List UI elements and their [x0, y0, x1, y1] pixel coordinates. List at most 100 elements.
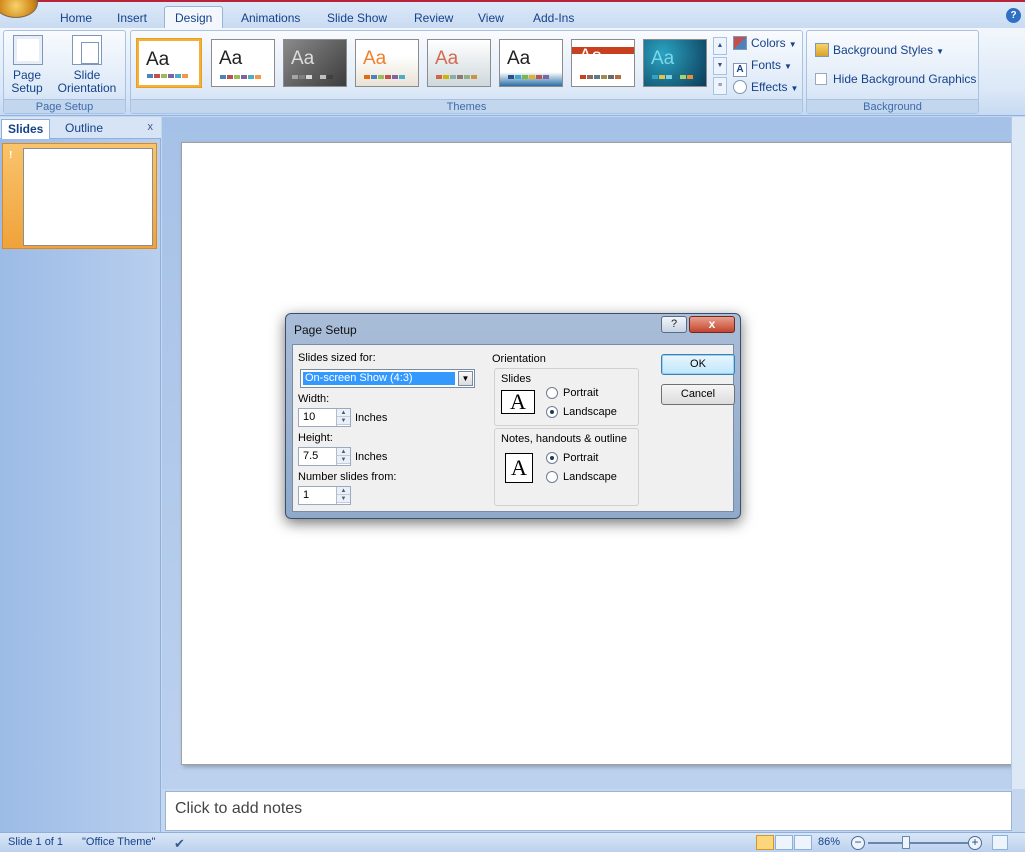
slides-pane: Slides Outline x !: [0, 117, 161, 832]
checkbox-icon[interactable]: [815, 73, 827, 85]
zoom-in-icon[interactable]: +: [968, 836, 982, 850]
colors-icon: [733, 36, 747, 50]
gallery-more-icon[interactable]: ≡: [713, 77, 727, 95]
notes-portrait-radio[interactable]: [546, 452, 558, 464]
tab-add-ins[interactable]: Add-Ins: [523, 8, 584, 30]
theme-office[interactable]: Aa: [137, 39, 201, 87]
notes-placeholder: Click to add notes: [175, 800, 303, 817]
notes-pane[interactable]: Click to add notes: [165, 791, 1012, 831]
effects-dropdown[interactable]: Effects ▼: [733, 78, 798, 96]
theme-swatches: [147, 74, 188, 78]
tab-view[interactable]: View: [468, 8, 514, 30]
slide-number-marker: !: [9, 150, 13, 161]
office-button[interactable]: [0, 0, 38, 18]
normal-view-icon[interactable]: [756, 835, 774, 850]
tab-slide-show[interactable]: Slide Show: [317, 8, 397, 30]
colors-dropdown[interactable]: Colors ▼: [733, 34, 797, 52]
tab-outline[interactable]: Outline: [59, 119, 109, 139]
theme-sample-text: Aa: [507, 48, 531, 69]
width-spinner-buttons[interactable]: ▲ ▼: [336, 409, 350, 426]
background-group-label: Background: [807, 99, 978, 113]
slide-sorter-view-icon[interactable]: [775, 835, 793, 850]
theme-7[interactable]: Aa: [571, 39, 635, 87]
gallery-down-icon[interactable]: ▼: [713, 57, 727, 75]
notes-landscape-label: Landscape: [563, 471, 617, 483]
gallery-up-icon[interactable]: ▲: [713, 37, 727, 55]
help-icon[interactable]: ?: [1006, 8, 1021, 23]
fonts-icon: A: [733, 63, 747, 77]
themes-group-label: Themes: [131, 99, 802, 113]
themes-gallery-scroll[interactable]: ▲ ▼ ≡: [713, 37, 727, 95]
theme-3[interactable]: Aa: [283, 39, 347, 87]
theme-swatches: [220, 75, 261, 79]
theme-swatches: [436, 75, 477, 79]
height-spinner-buttons[interactable]: ▲ ▼: [336, 448, 350, 465]
spin-down-icon[interactable]: ▼: [337, 456, 350, 464]
height-spinner[interactable]: 7.5 ▲ ▼: [298, 447, 351, 466]
landscape-page-icon: A: [501, 390, 535, 414]
fit-to-window-icon[interactable]: [992, 835, 1008, 850]
slides-sized-for-label: Slides sized for:: [298, 352, 376, 364]
number-slides-from-value: 1: [303, 489, 310, 501]
dialog-body: Slides sized for: On-screen Show (4:3) ▼…: [292, 344, 735, 512]
vertical-scrollbar[interactable]: [1011, 117, 1025, 789]
dialog-close-button[interactable]: x: [689, 316, 735, 333]
spin-up-icon[interactable]: ▲: [337, 448, 350, 456]
number-slides-from-spinner[interactable]: 1 ▲ ▼: [298, 486, 351, 505]
number-spinner-buttons[interactable]: ▲ ▼: [336, 487, 350, 504]
notes-landscape-radio[interactable]: [546, 471, 558, 483]
slides-sized-for-select[interactable]: On-screen Show (4:3) ▼: [300, 369, 475, 388]
slides-portrait-radio[interactable]: [546, 387, 558, 399]
close-pane-icon[interactable]: x: [148, 121, 154, 133]
hide-background-graphics-checkbox[interactable]: Hide Background Graphics: [815, 70, 976, 88]
spin-down-icon[interactable]: ▼: [337, 495, 350, 503]
themes-group: Aa Aa Aa Aa Aa Aa Aa Aa ▲ ▼ ≡ Colors ▼ A…: [130, 30, 803, 114]
spin-up-icon[interactable]: ▲: [337, 409, 350, 417]
slide-orientation-button[interactable]: Slide Orientation: [50, 35, 124, 95]
zoom-level[interactable]: 86%: [818, 836, 840, 848]
dropdown-caret-icon: ▼: [784, 62, 792, 71]
theme-4[interactable]: Aa: [355, 39, 419, 87]
dialog-help-button[interactable]: ?: [661, 316, 687, 333]
tab-animations[interactable]: Animations: [231, 8, 310, 30]
width-spinner[interactable]: 10 ▲ ▼: [298, 408, 351, 427]
slide-thumbnail-1[interactable]: !: [2, 143, 157, 249]
slides-orientation-group: Slides A Portrait Landscape: [494, 368, 639, 426]
fonts-label: Fonts: [751, 58, 782, 72]
slide-show-view-icon[interactable]: [794, 835, 812, 850]
cancel-button[interactable]: Cancel: [661, 384, 735, 405]
width-unit: Inches: [355, 412, 388, 424]
background-group: Background Styles ▼ Hide Background Graph…: [806, 30, 979, 114]
spin-down-icon[interactable]: ▼: [337, 417, 350, 425]
tab-slides[interactable]: Slides: [1, 119, 51, 139]
tab-home[interactable]: Home: [50, 8, 102, 30]
theme-6[interactable]: Aa: [499, 39, 563, 87]
zoom-slider-track[interactable]: [868, 842, 968, 844]
theme-sample-text: Aa: [363, 48, 387, 69]
theme-5[interactable]: Aa: [427, 39, 491, 87]
ok-button[interactable]: OK: [661, 354, 735, 375]
zoom-slider-thumb[interactable]: [902, 836, 910, 849]
zoom-out-icon[interactable]: −: [851, 836, 865, 850]
page-setup-icon: [13, 35, 43, 65]
portrait-page-icon: A: [505, 453, 533, 483]
theme-8[interactable]: Aa: [643, 39, 707, 87]
page-setup-button[interactable]: Page Setup: [8, 35, 48, 95]
slides-landscape-radio[interactable]: [546, 406, 558, 418]
chevron-down-icon[interactable]: ▼: [458, 371, 473, 386]
notes-orientation-label: Notes, handouts & outline: [501, 433, 627, 445]
tab-review[interactable]: Review: [404, 8, 463, 30]
spin-up-icon[interactable]: ▲: [337, 487, 350, 495]
theme-2[interactable]: Aa: [211, 39, 275, 87]
dropdown-caret-icon: ▼: [788, 40, 797, 49]
background-styles-dropdown[interactable]: Background Styles ▼: [815, 41, 944, 59]
theme-sample-text: Aa: [579, 46, 603, 67]
page-setup-group-label: Page Setup: [4, 99, 125, 113]
spell-check-icon[interactable]: ✔: [174, 836, 185, 852]
page-setup-group: Page Setup Slide Orientation Page Setup: [3, 30, 126, 114]
hide-background-graphics-label: Hide Background Graphics: [833, 72, 977, 86]
colors-label: Colors: [751, 36, 786, 50]
tab-insert[interactable]: Insert: [107, 8, 157, 30]
fonts-dropdown[interactable]: A Fonts ▼: [733, 56, 792, 77]
slides-landscape-label: Landscape: [563, 406, 617, 418]
